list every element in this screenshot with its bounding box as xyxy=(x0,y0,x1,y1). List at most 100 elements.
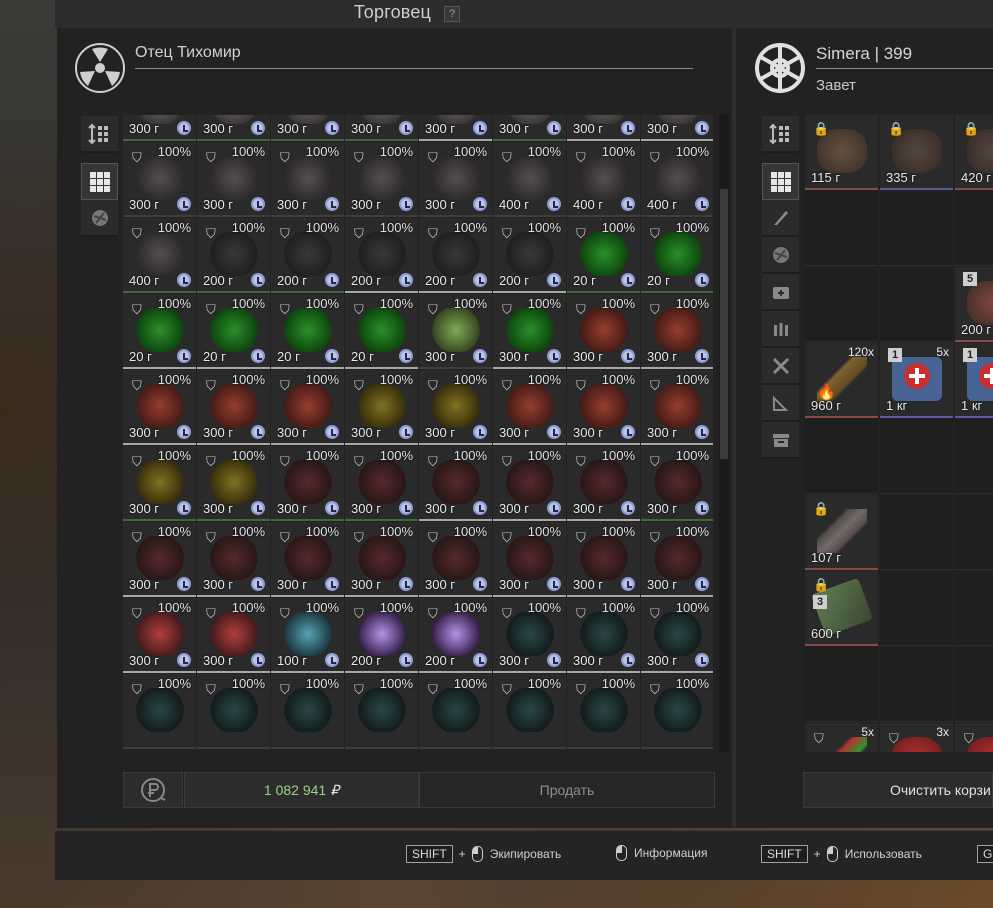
trade-slot[interactable]: ⛉ 100% 400 г xyxy=(641,142,713,217)
player-sort-tab[interactable] xyxy=(762,116,799,153)
artifacts-tab[interactable] xyxy=(81,200,118,237)
trade-slot[interactable]: ⛉ 100% 200 г xyxy=(345,598,418,673)
trade-slot[interactable]: ⛉ 100% 20 г xyxy=(345,294,418,369)
trade-slot[interactable]: ⛉ 100% 300 г xyxy=(567,446,640,521)
trade-slot[interactable]: ⛉ 100% 300 г xyxy=(345,446,418,521)
trade-slot[interactable]: ⛉ 100% xyxy=(419,674,492,749)
empty-slot[interactable] xyxy=(955,191,993,266)
trade-slot[interactable]: ⛉ 100% xyxy=(197,674,270,749)
trade-slot[interactable]: ⛉ 100% 300 г xyxy=(419,370,492,445)
inventory-slot[interactable]: 🔒 335 г xyxy=(880,115,953,190)
trade-slot[interactable]: ⛉ 100% 200 г xyxy=(271,218,344,293)
trade-slot[interactable]: ⛉ 100% 300 г xyxy=(123,522,196,597)
all-items-tab[interactable] xyxy=(81,163,118,200)
trade-slot[interactable]: ⛉ 100% 300 г xyxy=(493,446,566,521)
trade-slot[interactable]: ⛉ 100% 20 г xyxy=(197,294,270,369)
empty-slot[interactable] xyxy=(880,495,953,570)
trade-slot[interactable]: 300 г xyxy=(419,115,492,141)
misc-tab[interactable] xyxy=(762,422,799,459)
inventory-slot[interactable]: ⛉ 5x xyxy=(805,723,878,752)
trade-slot[interactable]: ⛉ 100% 300 г xyxy=(567,370,640,445)
trade-slot[interactable]: ⛉ 100% 300 г xyxy=(123,446,196,521)
trade-slot[interactable]: ⛉ 100% 20 г xyxy=(271,294,344,369)
trade-slot[interactable]: ⛉ 100% 300 г xyxy=(271,142,344,217)
inventory-slot[interactable]: 🔒 115 г xyxy=(805,115,878,190)
artifacts-tab[interactable] xyxy=(762,237,799,274)
empty-slot[interactable] xyxy=(880,191,953,266)
inventory-slot[interactable]: 1 1 кг xyxy=(955,343,993,418)
empty-slot[interactable] xyxy=(880,571,953,646)
empty-slot[interactable] xyxy=(880,419,953,494)
trade-slot[interactable]: ⛉ 100% 300 г xyxy=(271,446,344,521)
trade-slot[interactable]: ⛉ 100% 200 г xyxy=(419,218,492,293)
empty-slot[interactable] xyxy=(955,495,993,570)
trade-slot[interactable]: ⛉ 100% 300 г xyxy=(567,294,640,369)
trade-slot[interactable]: ⛉ 100% 300 г xyxy=(345,142,418,217)
trade-slot[interactable]: ⛉ 100% 400 г xyxy=(567,142,640,217)
trade-slot[interactable]: ⛉ 100% 300 г xyxy=(123,598,196,673)
empty-slot[interactable] xyxy=(955,647,993,722)
trade-slot[interactable]: ⛉ 100% xyxy=(123,674,196,749)
trade-slot[interactable]: ⛉ 100% 300 г xyxy=(345,522,418,597)
trade-slot[interactable]: ⛉ 100% 300 г xyxy=(419,522,492,597)
empty-slot[interactable] xyxy=(955,571,993,646)
trade-slot[interactable]: ⛉ 100% 300 г xyxy=(641,294,713,369)
empty-slot[interactable] xyxy=(955,419,993,494)
trade-slot[interactable]: ⛉ 100% 300 г xyxy=(567,522,640,597)
trade-slot[interactable]: ⛉ 100% 300 г xyxy=(197,598,270,673)
trade-slot[interactable]: ⛉ 100% 300 г xyxy=(493,522,566,597)
empty-slot[interactable] xyxy=(805,647,878,722)
trade-slot[interactable]: ⛉ 100% 300 г xyxy=(271,522,344,597)
inventory-slot[interactable]: 5 200 г xyxy=(955,267,993,342)
trade-slot[interactable]: ⛉ 100% 200 г xyxy=(345,218,418,293)
currency-toggle-button[interactable] xyxy=(123,772,183,808)
trade-slot[interactable]: ⛉ 100% 20 г xyxy=(123,294,196,369)
medicine-tab[interactable] xyxy=(762,274,799,311)
trade-slot[interactable]: ⛉ 100% 300 г xyxy=(641,370,713,445)
trade-slot[interactable]: ⛉ 100% 300 г xyxy=(197,522,270,597)
drawings-tab[interactable] xyxy=(762,385,799,422)
inventory-slot[interactable]: 1 5x 1 кг xyxy=(880,343,953,418)
trade-slot[interactable]: ⛉ 100% xyxy=(345,674,418,749)
trade-slot[interactable]: 300 г xyxy=(345,115,418,141)
empty-slot[interactable] xyxy=(805,267,878,342)
trade-slot[interactable]: 300 г xyxy=(641,115,713,141)
trade-slot[interactable]: 300 г xyxy=(493,115,566,141)
trade-slot[interactable]: 300 г xyxy=(197,115,270,141)
trade-slot[interactable]: ⛉ 100% xyxy=(493,674,566,749)
inventory-slot[interactable]: 🔒 420 г xyxy=(955,115,993,190)
empty-slot[interactable] xyxy=(805,419,878,494)
trade-slot[interactable]: ⛉ 100% 300 г xyxy=(493,294,566,369)
trade-slot[interactable]: ⛉ 100% 200 г xyxy=(197,218,270,293)
player-all-items-tab[interactable] xyxy=(762,163,799,200)
inventory-slot[interactable]: 120x 🔥 960 г xyxy=(805,343,878,418)
trade-slot[interactable]: ⛉ 100% 300 г xyxy=(197,446,270,521)
inventory-slot[interactable]: ⛉ xyxy=(955,723,993,752)
trade-slot[interactable]: ⛉ 100% 400 г xyxy=(493,142,566,217)
trade-slot[interactable]: ⛉ 100% 300 г xyxy=(123,142,196,217)
inventory-slot[interactable]: 🔒 107 г xyxy=(805,495,878,570)
trade-slot[interactable]: 300 г xyxy=(567,115,640,141)
sell-button[interactable]: Продать xyxy=(419,772,715,808)
trade-slot[interactable]: ⛉ 100% 400 г xyxy=(123,218,196,293)
trade-slot[interactable]: ⛉ 100% 300 г xyxy=(419,446,492,521)
empty-slot[interactable] xyxy=(880,647,953,722)
trade-slot[interactable]: ⛉ 100% 300 г xyxy=(493,598,566,673)
trader-scrollbar-thumb[interactable] xyxy=(720,189,728,459)
trader-scrollbar[interactable] xyxy=(719,115,729,752)
trade-slot[interactable]: ⛉ 100% 300 г xyxy=(641,522,713,597)
trade-slot[interactable]: ⛉ 100% 20 г xyxy=(567,218,640,293)
trade-slot[interactable]: ⛉ 100% 100 г xyxy=(271,598,344,673)
trade-slot[interactable]: ⛉ 100% xyxy=(271,674,344,749)
trade-slot[interactable]: ⛉ 100% 300 г xyxy=(197,142,270,217)
empty-slot[interactable] xyxy=(805,191,878,266)
trade-slot[interactable]: ⛉ 100% 300 г xyxy=(419,142,492,217)
inventory-slot[interactable]: 🔒 3 600 г xyxy=(805,571,878,646)
trade-slot[interactable]: 300 г xyxy=(123,115,196,141)
trade-slot[interactable]: ⛉ 100% 300 г xyxy=(493,370,566,445)
trade-slot[interactable]: ⛉ 100% 200 г xyxy=(419,598,492,673)
trade-slot[interactable]: ⛉ 100% 300 г xyxy=(271,370,344,445)
trade-slot[interactable]: ⛉ 100% 300 г xyxy=(641,446,713,521)
trade-slot[interactable]: ⛉ 100% xyxy=(567,674,640,749)
sort-tab[interactable] xyxy=(81,116,118,153)
